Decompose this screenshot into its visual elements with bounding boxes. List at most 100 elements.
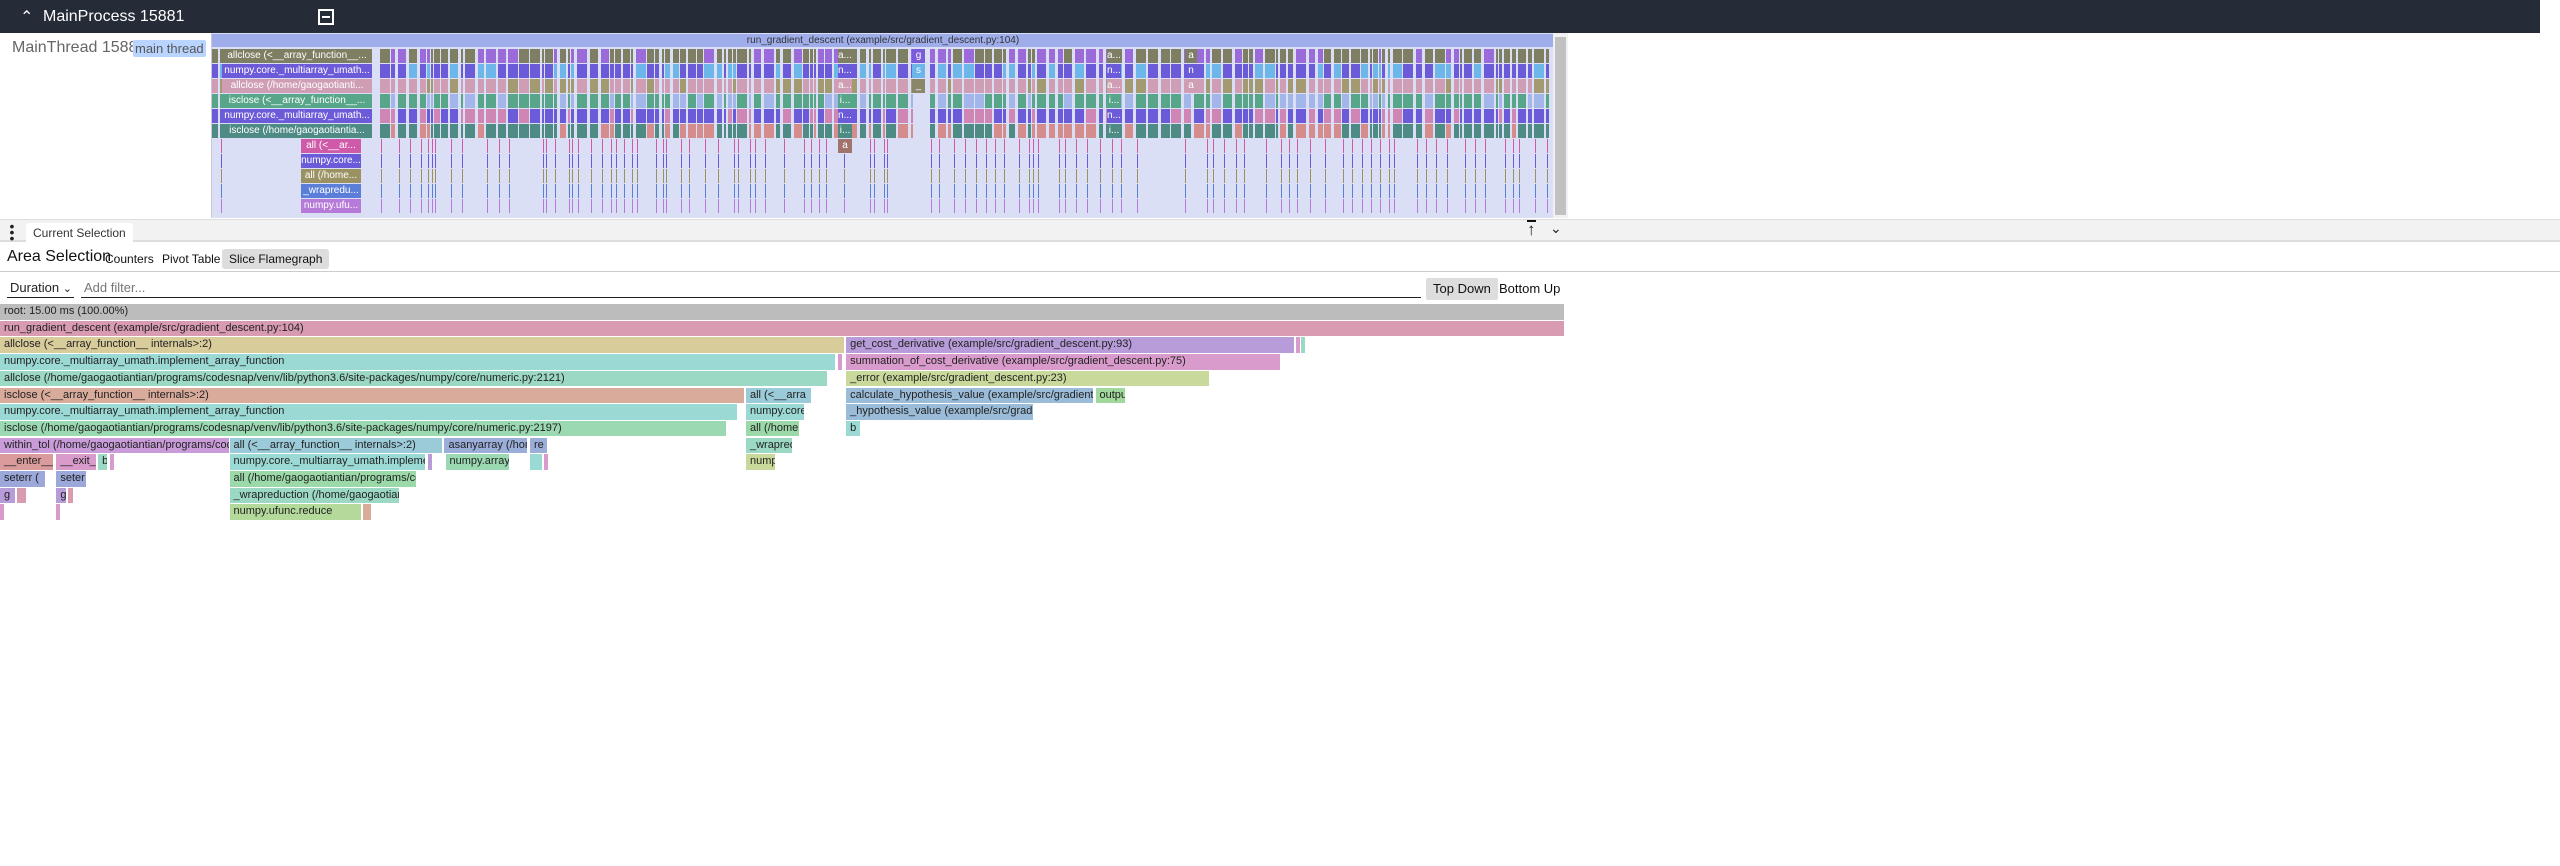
slice[interactable]: [435, 169, 436, 183]
slice[interactable]: [1513, 139, 1514, 153]
slice[interactable]: [750, 139, 751, 153]
slice[interactable]: [409, 124, 417, 138]
slice[interactable]: [487, 199, 488, 213]
slice[interactable]: [398, 64, 406, 78]
slice[interactable]: [1076, 184, 1077, 198]
slice[interactable]: [519, 94, 529, 108]
slice[interactable]: [665, 109, 670, 123]
slice[interactable]: [380, 49, 390, 63]
slice[interactable]: [1504, 94, 1510, 108]
slice[interactable]: [665, 79, 670, 93]
slice[interactable]: [976, 184, 977, 198]
slice[interactable]: [546, 139, 547, 153]
slice[interactable]: [435, 184, 436, 198]
flamegraph-bar[interactable]: seterr (: [0, 471, 46, 487]
slice[interactable]: [1436, 199, 1437, 213]
slice[interactable]: allclose (<__array_function__...: [222, 49, 372, 63]
slice[interactable]: [568, 94, 570, 108]
slice[interactable]: [1519, 169, 1520, 183]
slice[interactable]: [212, 109, 218, 123]
slice[interactable]: [1546, 79, 1549, 93]
slice[interactable]: [688, 94, 696, 108]
slice[interactable]: [1389, 154, 1390, 168]
slice[interactable]: [431, 124, 433, 138]
slice[interactable]: [1087, 154, 1088, 168]
slice[interactable]: [873, 79, 881, 93]
slice[interactable]: [869, 109, 871, 123]
slice[interactable]: [616, 169, 617, 183]
slice[interactable]: [697, 109, 703, 123]
slice[interactable]: [755, 139, 756, 153]
slice[interactable]: [636, 64, 646, 78]
slice[interactable]: [1519, 199, 1520, 213]
slice[interactable]: [688, 124, 696, 138]
slice[interactable]: [1289, 139, 1290, 153]
slice[interactable]: [465, 109, 475, 123]
slice[interactable]: [462, 169, 463, 183]
slice[interactable]: [1003, 109, 1006, 123]
slice[interactable]: [623, 124, 630, 138]
slice[interactable]: [1087, 199, 1088, 213]
slice[interactable]: [1266, 184, 1267, 198]
slice[interactable]: [975, 124, 984, 138]
slice[interactable]: [1425, 64, 1433, 78]
slice[interactable]: [499, 184, 500, 198]
slice[interactable]: [431, 109, 433, 123]
slice[interactable]: [1485, 139, 1486, 153]
slice[interactable]: [810, 49, 813, 63]
slice[interactable]: [1388, 94, 1390, 108]
slice[interactable]: [1343, 154, 1344, 168]
slice[interactable]: [1100, 184, 1101, 198]
slice[interactable]: [898, 49, 908, 63]
slice[interactable]: [1028, 109, 1031, 123]
slice[interactable]: [1380, 199, 1381, 213]
slice[interactable]: [826, 199, 827, 213]
slice[interactable]: [1379, 124, 1381, 138]
slice[interactable]: [1276, 109, 1278, 123]
slice[interactable]: [1288, 124, 1293, 138]
slice[interactable]: [818, 124, 824, 138]
slice[interactable]: [1318, 79, 1323, 93]
slice[interactable]: [1185, 169, 1186, 183]
slice[interactable]: [1018, 64, 1026, 78]
slice[interactable]: [508, 49, 518, 63]
slice[interactable]: [681, 169, 682, 183]
slice[interactable]: [1099, 124, 1103, 138]
slice[interactable]: [602, 199, 603, 213]
slice[interactable]: [1351, 109, 1360, 123]
slice[interactable]: [1121, 184, 1122, 198]
slice[interactable]: [1528, 94, 1532, 108]
slice[interactable]: [1289, 169, 1290, 183]
slice[interactable]: [883, 79, 885, 93]
slice[interactable]: [1504, 49, 1510, 63]
slice[interactable]: [1003, 64, 1006, 78]
slice[interactable]: [560, 94, 566, 108]
slice[interactable]: [655, 94, 659, 108]
slice[interactable]: [728, 79, 732, 93]
slice[interactable]: [1125, 64, 1133, 78]
slice[interactable]: [1535, 169, 1536, 183]
slice[interactable]: [1212, 109, 1221, 123]
slice[interactable]: [1255, 64, 1263, 78]
slice[interactable]: [1373, 79, 1378, 93]
slice[interactable]: [428, 169, 429, 183]
slice[interactable]: [811, 184, 812, 198]
slice[interactable]: [1505, 199, 1506, 213]
slice[interactable]: [994, 109, 1002, 123]
slice[interactable]: [811, 139, 812, 153]
flamegraph-bar[interactable]: seter: [56, 471, 87, 487]
slice[interactable]: [1371, 199, 1372, 213]
slice[interactable]: [976, 154, 977, 168]
slice[interactable]: [380, 124, 390, 138]
slice[interactable]: [1212, 49, 1221, 63]
slice[interactable]: [1236, 199, 1237, 213]
slice[interactable]: [1382, 124, 1385, 138]
slice[interactable]: [1297, 199, 1298, 213]
slice[interactable]: [776, 64, 780, 78]
slice[interactable]: [1243, 64, 1248, 78]
slice[interactable]: [1276, 94, 1278, 108]
slice[interactable]: [1425, 79, 1433, 93]
slice[interactable]: [1255, 124, 1263, 138]
slice[interactable]: [734, 154, 735, 168]
slice[interactable]: [784, 184, 785, 198]
